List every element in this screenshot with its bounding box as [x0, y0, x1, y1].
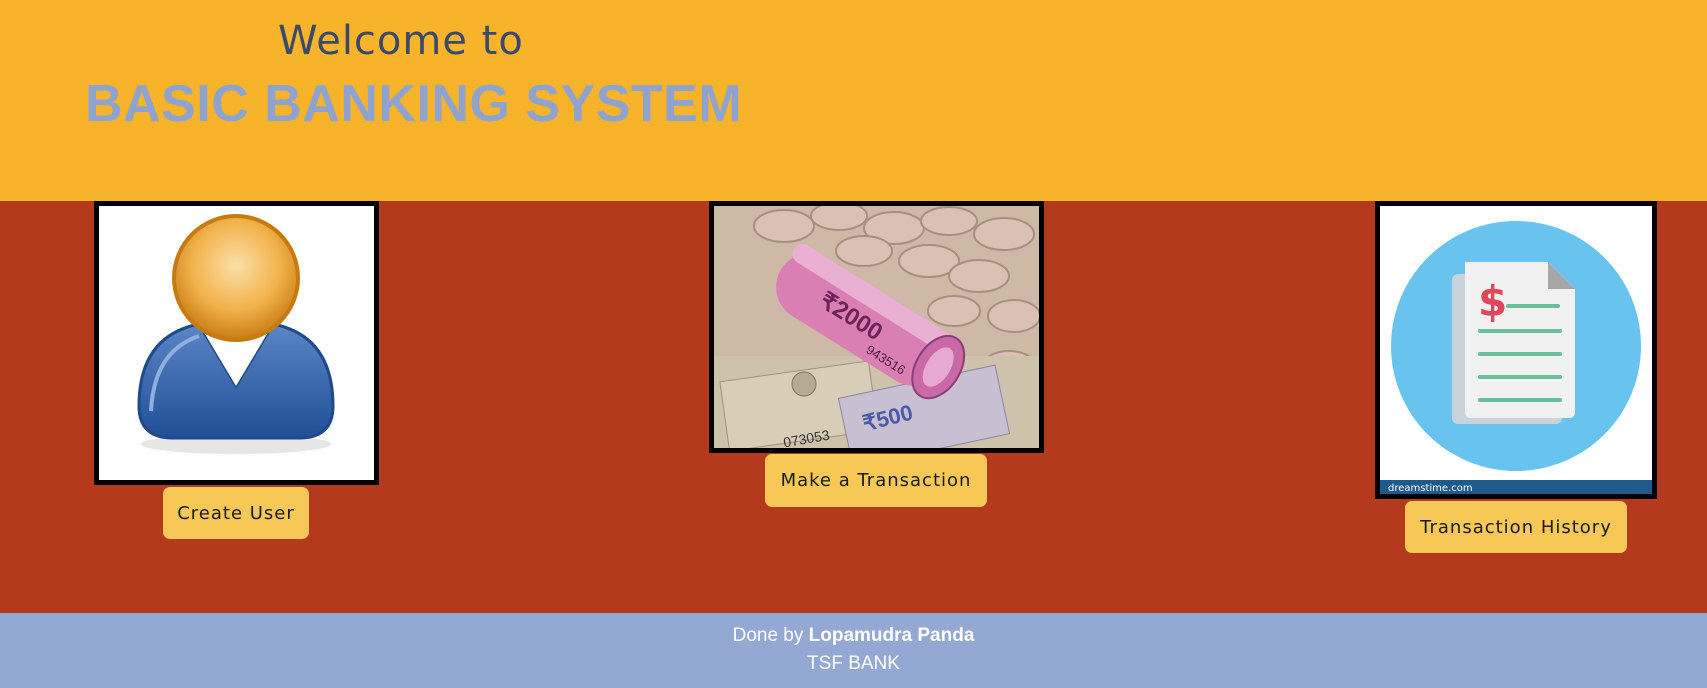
watermark-text: dreamstime.com: [1388, 483, 1473, 494]
transaction-history-image[interactable]: $ dreamstime.com: [1375, 201, 1657, 499]
footer-author: Lopamudra Panda: [808, 625, 975, 646]
create-user-button[interactable]: Create User: [163, 487, 309, 539]
currency-notes-coins-photo: ₹500 073053 ₹2000 943516: [714, 206, 1039, 448]
make-transaction-button[interactable]: Make a Transaction: [765, 454, 987, 507]
footer: Done by Lopamudra Panda TSF BANK: [0, 613, 1707, 688]
footer-prefix: Done by: [732, 625, 804, 646]
welcome-text: Welcome to: [278, 18, 524, 64]
transaction-history-button[interactable]: Transaction History: [1405, 501, 1627, 553]
footer-bank-name: TSF BANK: [807, 653, 900, 674]
app-title: BASIC BANKING SYSTEM: [85, 75, 743, 133]
footer-credit: Done by Lopamudra Panda: [0, 625, 1707, 647]
svg-text:$: $: [1478, 277, 1507, 326]
create-user-image[interactable]: [94, 201, 379, 485]
transaction-document-icon: $ dreamstime.com: [1380, 206, 1652, 494]
make-transaction-image[interactable]: ₹500 073053 ₹2000 943516: [709, 201, 1044, 453]
header: Welcome to BASIC BANKING SYSTEM: [0, 0, 1707, 201]
user-avatar-icon: [99, 206, 374, 480]
